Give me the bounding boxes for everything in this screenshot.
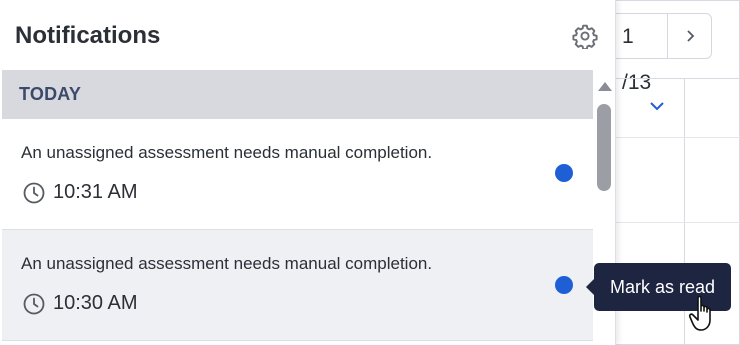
notifications-panel: Notifications TODAY An unassigned assess…	[0, 0, 616, 345]
scroll-thumb[interactable]	[597, 104, 611, 191]
notification-time: 10:30 AM	[23, 292, 138, 315]
table-divider	[612, 137, 740, 138]
notification-item[interactable]: An unassigned assessment needs manual co…	[2, 119, 593, 230]
scroll-up-arrow[interactable]	[598, 82, 612, 91]
unread-indicator[interactable]	[555, 276, 573, 294]
unread-indicator[interactable]	[555, 164, 573, 182]
notification-time: 10:31 AM	[23, 181, 138, 204]
section-header-today: TODAY	[2, 70, 593, 119]
clock-icon	[23, 293, 45, 315]
pager-next-button[interactable]	[667, 13, 712, 59]
clock-icon	[23, 182, 45, 204]
notification-item[interactable]: An unassigned assessment needs manual co…	[2, 230, 593, 341]
panel-header: Notifications	[0, 0, 615, 70]
hand-cursor-icon	[688, 295, 711, 331]
chevron-right-icon	[686, 30, 694, 42]
gear-icon[interactable]	[572, 23, 598, 49]
table-divider	[612, 222, 740, 223]
pager: 1 /13	[612, 13, 712, 94]
notification-time-text: 10:31 AM	[53, 181, 138, 203]
pager-count: 1 /13	[612, 13, 667, 94]
notification-message: An unassigned assessment needs manual co…	[21, 254, 433, 273]
notification-time-text: 10:30 AM	[53, 292, 138, 314]
notification-list: TODAY An unassigned assessment needs man…	[2, 70, 593, 345]
notification-message: An unassigned assessment needs manual co…	[21, 143, 433, 162]
chevron-down-icon[interactable]	[648, 97, 666, 115]
panel-title: Notifications	[15, 22, 161, 49]
